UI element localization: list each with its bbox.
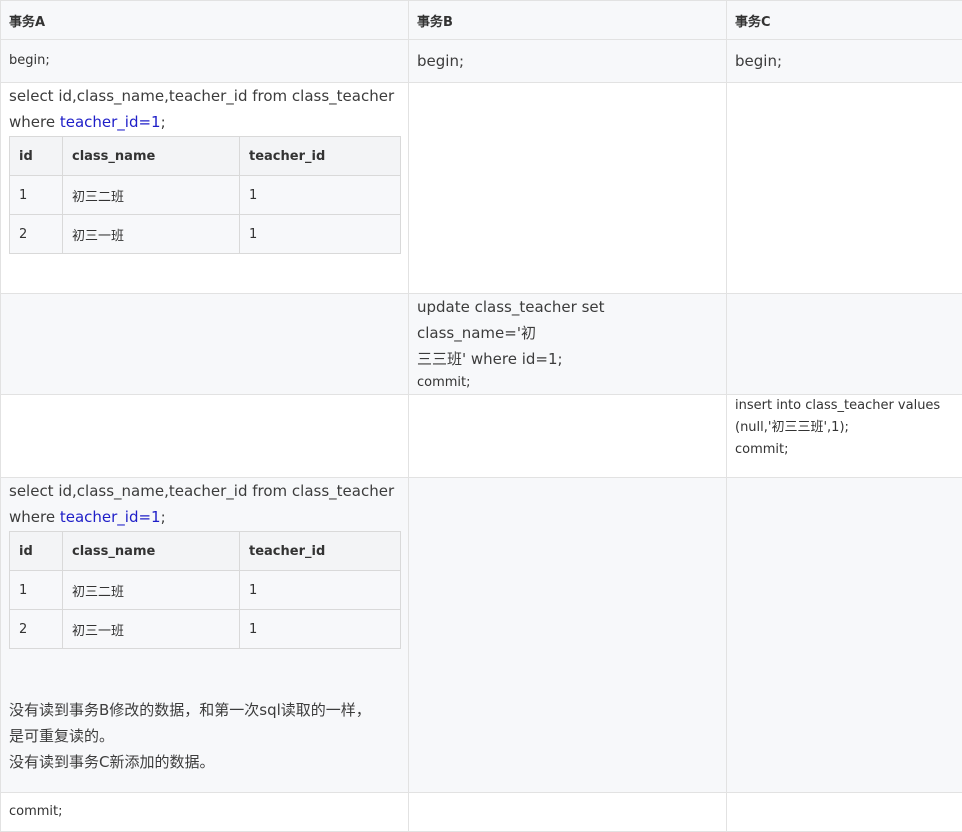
- cell-id: 2: [10, 610, 63, 649]
- commit-a-text: commit;: [9, 801, 63, 823]
- empty-b-cell: [409, 478, 727, 793]
- select-where-keyword: where: [9, 508, 60, 526]
- cell-class-name: 初三一班: [63, 215, 240, 254]
- col-class-name-header: class_name: [63, 137, 240, 176]
- begin-a-cell: begin;: [1, 40, 409, 83]
- cell-teacher-id: 1: [240, 571, 401, 610]
- select-sql-line2: where teacher_id=1;: [9, 504, 400, 530]
- cell-id: 2: [10, 215, 63, 254]
- select-semicolon: ;: [161, 508, 166, 526]
- select-condition: teacher_id=1: [60, 113, 161, 131]
- begin-b-text: begin;: [417, 48, 464, 74]
- header-transaction-b: 事务B: [409, 1, 727, 40]
- cell-id: 1: [10, 176, 63, 215]
- select-condition: teacher_id=1: [60, 508, 161, 526]
- cell-teacher-id: 1: [240, 215, 401, 254]
- table-row: 2 初三一班 1: [10, 610, 401, 649]
- second-select-row: select id,class_name,teacher_id from cla…: [1, 478, 962, 793]
- commit-row: commit;: [1, 793, 962, 832]
- col-teacher-id-header: teacher_id: [240, 137, 401, 176]
- col-id-header: id: [10, 532, 63, 571]
- select-sql-line2: where teacher_id=1;: [9, 109, 400, 135]
- insert-sql-line1: insert into class_teacher values: [735, 395, 954, 417]
- result-header-row: id class_name teacher_id: [10, 137, 401, 176]
- empty-a-cell: [1, 395, 409, 478]
- header-transaction-a: 事务A: [1, 1, 409, 40]
- insert-commit: commit;: [735, 439, 954, 461]
- first-select-cell: select id,class_name,teacher_id from cla…: [1, 83, 409, 294]
- select-sql-1: select id,class_name,teacher_id from cla…: [9, 83, 400, 135]
- begin-c-cell: begin;: [727, 40, 962, 83]
- insert-sql-line2: (null,'初三三班',1);: [735, 417, 954, 439]
- note-line2: 是可重复读的。: [9, 723, 400, 749]
- table-row: 1 初三二班 1: [10, 176, 401, 215]
- note-line3: 没有读到事务C新添加的数据。: [9, 749, 400, 775]
- commit-a-cell: commit;: [1, 793, 409, 832]
- empty-b-cell: [409, 395, 727, 478]
- select-sql-line1: select id,class_name,teacher_id from cla…: [9, 478, 400, 504]
- col-class-name-header: class_name: [63, 532, 240, 571]
- empty-c-cell: [727, 478, 962, 793]
- second-select-cell: select id,class_name,teacher_id from cla…: [1, 478, 409, 793]
- update-row: update class_teacher set class_name='初 三…: [1, 294, 962, 395]
- col-id-header: id: [10, 137, 63, 176]
- insert-cell: insert into class_teacher values (null,'…: [727, 395, 962, 478]
- empty-b-cell: [409, 793, 727, 832]
- update-sql-line2: 三三班' where id=1;: [417, 346, 718, 372]
- cell-class-name: 初三二班: [63, 176, 240, 215]
- update-cell: update class_teacher set class_name='初 三…: [409, 294, 727, 395]
- begin-b-cell: begin;: [409, 40, 727, 83]
- empty-c-cell: [727, 83, 962, 294]
- col-teacher-id-header: teacher_id: [240, 532, 401, 571]
- result-table-2: id class_name teacher_id 1 初三二班 1 2 初三一班…: [9, 531, 401, 649]
- cell-teacher-id: 1: [240, 176, 401, 215]
- insert-row: insert into class_teacher values (null,'…: [1, 395, 962, 478]
- select-where-keyword: where: [9, 113, 60, 131]
- table-row: 2 初三一班 1: [10, 215, 401, 254]
- result-table-1: id class_name teacher_id 1 初三二班 1 2 初三一班…: [9, 136, 401, 254]
- result-header-row: id class_name teacher_id: [10, 532, 401, 571]
- empty-a-cell: [1, 294, 409, 395]
- empty-c-cell: [727, 793, 962, 832]
- cell-class-name: 初三一班: [63, 610, 240, 649]
- select-sql-line1: select id,class_name,teacher_id from cla…: [9, 83, 400, 109]
- header-transaction-c: 事务C: [727, 1, 962, 40]
- select-semicolon: ;: [161, 113, 166, 131]
- cell-class-name: 初三二班: [63, 571, 240, 610]
- select-sql-2: select id,class_name,teacher_id from cla…: [9, 478, 400, 530]
- transaction-table: 事务A 事务B 事务C begin; begin; begin; select …: [0, 0, 962, 832]
- begin-a-text: begin;: [9, 50, 50, 72]
- note-line1: 没有读到事务B修改的数据，和第一次sql读取的一样，: [9, 697, 400, 723]
- update-commit: commit;: [417, 372, 718, 394]
- first-select-row: select id,class_name,teacher_id from cla…: [1, 83, 962, 294]
- header-row: 事务A 事务B 事务C: [1, 1, 962, 40]
- cell-teacher-id: 1: [240, 610, 401, 649]
- observation-note: 没有读到事务B修改的数据，和第一次sql读取的一样， 是可重复读的。 没有读到事…: [9, 697, 400, 775]
- empty-c-cell: [727, 294, 962, 395]
- begin-row: begin; begin; begin;: [1, 40, 962, 83]
- update-sql-line1: update class_teacher set class_name='初: [417, 294, 718, 346]
- empty-b-cell: [409, 83, 727, 294]
- table-row: 1 初三二班 1: [10, 571, 401, 610]
- cell-id: 1: [10, 571, 63, 610]
- begin-c-text: begin;: [735, 48, 782, 74]
